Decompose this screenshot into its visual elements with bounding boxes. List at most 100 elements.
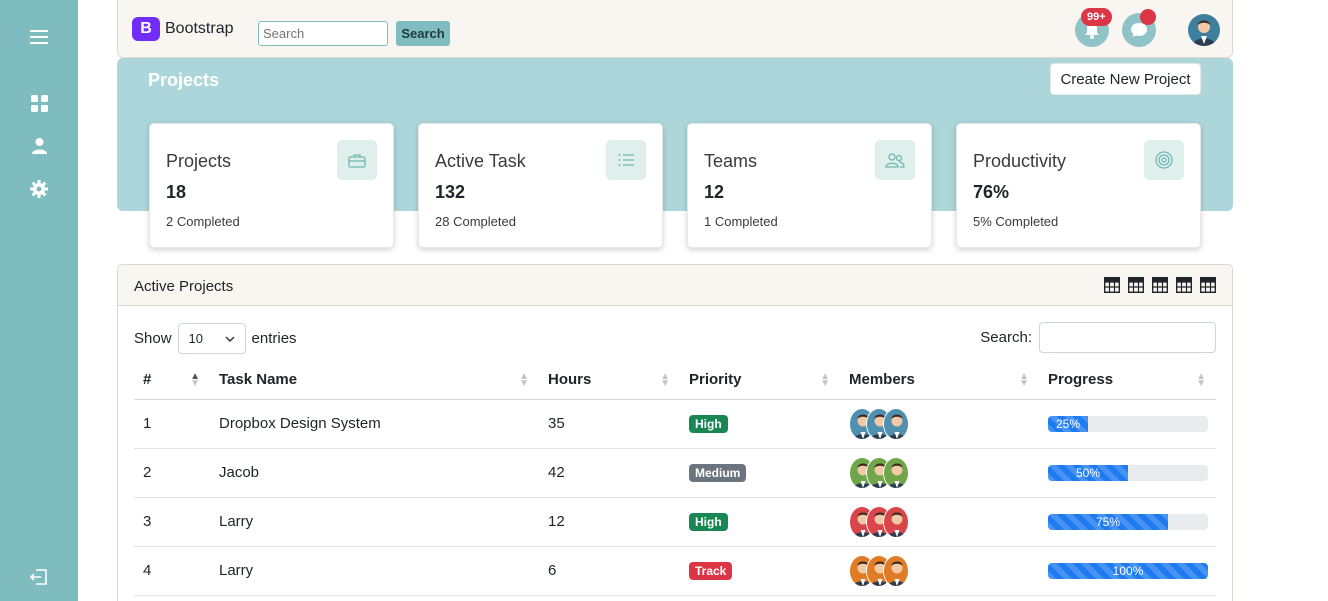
table-header-row: # ▲ ▼ Task Name ▲ ▼ Hours ▲ ▼ Priority ▲ ▼ Membe… bbox=[134, 361, 1216, 400]
task-name: Larry bbox=[210, 497, 539, 547]
projects-table: # ▲ ▼ Task Name ▲ ▼ Hours ▲ ▼ Priority ▲ ▼ Membe… bbox=[134, 361, 1216, 596]
members-cell bbox=[840, 546, 1039, 596]
members-cell bbox=[840, 399, 1039, 449]
entries-label: entries bbox=[251, 330, 297, 347]
gear-icon[interactable] bbox=[27, 177, 51, 201]
sort-icon: ▲ ▼ bbox=[660, 371, 670, 389]
dashboard-icon[interactable] bbox=[27, 91, 51, 115]
sort-icon: ▲ ▼ bbox=[1196, 371, 1206, 389]
card-subtitle: 28 Completed bbox=[435, 214, 516, 229]
active-projects-panel: Active Projects Show 10 entries Search: … bbox=[117, 264, 1233, 601]
brand-logo: B bbox=[132, 17, 160, 41]
priority-badge: High bbox=[689, 414, 728, 433]
search-input[interactable] bbox=[258, 21, 388, 46]
entries-value: 10 bbox=[188, 331, 203, 346]
column-header-priority[interactable]: Priority ▲ ▼ bbox=[680, 361, 840, 400]
member-avatars bbox=[849, 407, 1039, 440]
list-icon bbox=[606, 140, 646, 180]
row-number: 1 bbox=[134, 399, 210, 449]
member-avatar[interactable] bbox=[883, 554, 909, 587]
card-subtitle: 5% Completed bbox=[973, 214, 1059, 229]
table-icon[interactable] bbox=[1104, 277, 1120, 293]
priority-cell: High bbox=[680, 497, 840, 547]
task-hours: 6 bbox=[539, 546, 680, 596]
card-title: Teams bbox=[704, 151, 758, 171]
column-header-task-name[interactable]: Task Name ▲ ▼ bbox=[210, 361, 539, 400]
priority-badge: Track bbox=[689, 561, 733, 580]
briefcase-icon bbox=[337, 140, 377, 180]
user-icon[interactable] bbox=[27, 134, 51, 158]
member-avatar[interactable] bbox=[883, 456, 909, 489]
brand[interactable]: B Bootstrap bbox=[132, 17, 233, 41]
table-search: Search: bbox=[980, 322, 1216, 353]
table-row[interactable]: 4 Larry 6 Track 100% bbox=[134, 546, 1216, 596]
target-icon bbox=[1144, 140, 1184, 180]
card-title: Projects bbox=[166, 151, 232, 171]
member-avatar[interactable] bbox=[883, 505, 909, 538]
member-avatar[interactable] bbox=[883, 407, 909, 440]
progress-cell: 50% bbox=[1039, 448, 1216, 498]
table-row[interactable]: 3 Larry 12 High 75% bbox=[134, 497, 1216, 547]
sort-icon: ▲ ▼ bbox=[190, 371, 200, 389]
search-button[interactable]: Search bbox=[396, 21, 450, 46]
progress-bar-track: 50% bbox=[1048, 464, 1208, 481]
logout-icon[interactable] bbox=[27, 565, 51, 589]
priority-cell: High bbox=[680, 399, 840, 449]
priority-cell: Medium bbox=[680, 448, 840, 498]
members-cell bbox=[840, 497, 1039, 547]
progress-bar: 100% bbox=[1048, 562, 1208, 579]
member-avatars bbox=[849, 505, 1039, 538]
card-subtitle: 2 Completed bbox=[166, 214, 240, 229]
entries-length-control: Show 10 entries bbox=[134, 323, 297, 354]
table-icon[interactable] bbox=[1152, 277, 1168, 293]
table-row[interactable]: 1 Dropbox Design System 35 High 25% bbox=[134, 399, 1216, 449]
entries-select[interactable]: 10 bbox=[177, 323, 246, 354]
column-header-hours[interactable]: Hours ▲ ▼ bbox=[539, 361, 680, 400]
notification-badge: 99+ bbox=[1081, 8, 1112, 26]
search-label: Search: bbox=[980, 329, 1032, 346]
stat-card-active-task: Active Task 132 28 Completed bbox=[418, 123, 663, 248]
table-icon[interactable] bbox=[1128, 277, 1144, 293]
progress-cell: 75% bbox=[1039, 497, 1216, 547]
menu-icon[interactable] bbox=[27, 25, 51, 49]
progress-bar: 25% bbox=[1048, 415, 1088, 432]
panel-header: Active Projects bbox=[118, 265, 1232, 306]
column-header-members[interactable]: Members ▲ ▼ bbox=[840, 361, 1039, 400]
create-project-button[interactable]: Create New Project bbox=[1050, 63, 1201, 95]
row-number: 4 bbox=[134, 546, 210, 596]
progress-bar: 75% bbox=[1048, 513, 1168, 530]
column-header-progress[interactable]: Progress ▲ ▼ bbox=[1039, 361, 1216, 400]
column-header-number[interactable]: # ▲ ▼ bbox=[134, 361, 210, 400]
member-avatars bbox=[849, 456, 1039, 489]
progress-bar-track: 75% bbox=[1048, 513, 1208, 530]
priority-badge: Medium bbox=[689, 463, 747, 482]
progress-bar: 50% bbox=[1048, 464, 1128, 481]
message-indicator-dot bbox=[1140, 9, 1156, 25]
stat-card-projects: Projects 18 2 Completed bbox=[149, 123, 394, 248]
sort-icon: ▲ ▼ bbox=[519, 371, 529, 389]
task-hours: 42 bbox=[539, 448, 680, 498]
card-value: 132 bbox=[435, 182, 466, 202]
user-avatar[interactable] bbox=[1188, 14, 1220, 46]
row-number: 2 bbox=[134, 448, 210, 498]
members-cell bbox=[840, 448, 1039, 498]
table-row[interactable]: 2 Jacob 42 Medium 50% bbox=[134, 448, 1216, 498]
sort-icon: ▲ ▼ bbox=[820, 371, 830, 389]
member-avatars bbox=[849, 554, 1039, 587]
progress-bar-track: 25% bbox=[1048, 415, 1208, 432]
brand-name: Bootstrap bbox=[165, 20, 234, 37]
table-icon[interactable] bbox=[1176, 277, 1192, 293]
sidebar bbox=[0, 0, 78, 601]
card-subtitle: 1 Completed bbox=[704, 214, 778, 229]
stat-card-productivity: Productivity 76% 5% Completed bbox=[956, 123, 1201, 248]
table-view-icons bbox=[1104, 277, 1216, 293]
progress-cell: 100% bbox=[1039, 546, 1216, 596]
people-icon bbox=[875, 140, 915, 180]
progress-cell: 25% bbox=[1039, 399, 1216, 449]
table-search-input[interactable] bbox=[1039, 322, 1216, 353]
chevron-down-icon bbox=[225, 335, 235, 342]
show-label: Show bbox=[134, 330, 172, 347]
table-icon[interactable] bbox=[1200, 277, 1216, 293]
task-name: Jacob bbox=[210, 448, 539, 498]
topbar: B Bootstrap Search 99+ bbox=[117, 0, 1233, 58]
